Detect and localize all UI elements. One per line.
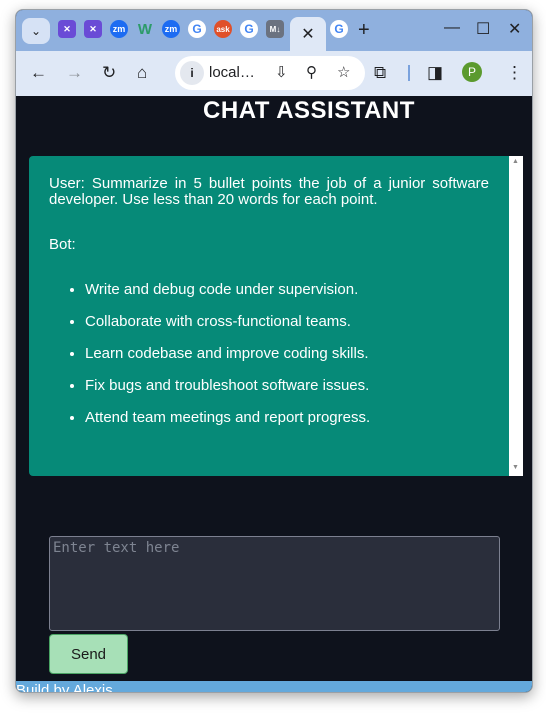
menu-kebab-icon[interactable]: ⋮ [506,63,523,83]
app-icon: ✕ [63,23,71,34]
toolbar-divider [408,65,410,81]
list-item: Learn codebase and improve coding skills… [85,346,370,378]
forward-icon[interactable]: → [66,63,83,83]
tab-ask[interactable]: ask [214,20,232,38]
message-input[interactable]: Enter text here [49,536,500,631]
zoom-icon: zm [112,24,126,34]
chevron-down-icon: ⌄ [30,24,42,38]
list-item: Collaborate with cross-functional teams. [85,314,370,346]
google-icon: G [192,22,202,36]
tab-app-icon[interactable]: ✕ [84,20,102,38]
plus-icon: + [358,19,370,41]
tab-google[interactable]: G [330,20,348,38]
page-title: CHAT ASSISTANT [203,97,415,124]
tab-google[interactable]: G [188,20,206,38]
bot-response-list: Write and debug code under supervision. … [49,282,370,442]
maximize-icon: ☐ [476,21,491,38]
scroll-up-icon[interactable]: ▲ [512,158,519,165]
tab-app-icon[interactable]: ✕ [58,20,76,38]
chat-log: User: Summarize in 5 bullet points the j… [29,156,509,476]
ask-icon: ask [216,24,230,34]
tab-active[interactable]: ✕ [290,17,326,51]
home-icon[interactable]: ⌂ [137,63,147,83]
bookmark-star-icon[interactable]: ☆ [337,63,350,81]
tab-strip: ⌄ ✕ ✕ zm W zm G ask G M↓ ✕ G + — ☐ ✕ [16,10,532,51]
tab-webflow[interactable]: W [136,20,154,38]
tab-zoom[interactable]: zm [162,20,180,38]
list-item: Fix bugs and troubleshoot software issue… [85,378,370,410]
app-icon: ✕ [89,23,97,34]
minimize-button[interactable]: — [444,19,460,37]
new-tab-button[interactable]: + [358,19,370,42]
info-icon[interactable]: i [180,61,204,85]
profile-avatar[interactable]: P [462,62,482,82]
tab-markdown[interactable]: M↓ [266,20,284,38]
tab-zoom[interactable]: zm [110,20,128,38]
minimize-icon: — [444,19,460,36]
maximize-button[interactable]: ☐ [476,19,490,39]
close-icon: ✕ [508,21,522,38]
tab-search-button[interactable]: ⌄ [22,18,50,44]
zoom-icon: zm [164,24,178,34]
reload-icon[interactable]: ↻ [102,63,116,83]
bot-label: Bot: [49,236,76,253]
back-icon[interactable]: ← [30,63,47,83]
webflow-icon: W [137,20,153,38]
url-text[interactable]: local… [209,64,255,81]
scroll-down-icon[interactable]: ▼ [512,464,519,471]
send-button[interactable]: Send [49,634,128,674]
user-message: User: Summarize in 5 bullet points the j… [49,175,489,208]
browser-toolbar: ← → ↻ ⌂ i local… ⇩ ⚲ ☆ ⧉ ◨ P ⋮ [16,51,532,96]
footer-credit: Build by Alexis [16,681,532,692]
side-panel-icon[interactable]: ◨ [427,63,443,83]
google-icon: G [244,22,254,36]
list-item: Attend team meetings and report progress… [85,410,370,442]
page-content: CHAT ASSISTANT User: Summarize in 5 bull… [16,96,532,692]
markdown-icon: M↓ [269,24,281,34]
chat-scrollbar[interactable]: ▲ ▼ [509,156,523,476]
google-icon: G [334,22,344,36]
install-icon[interactable]: ⇩ [275,63,288,81]
close-window-button[interactable]: ✕ [508,19,521,39]
close-icon[interactable]: ✕ [301,24,314,44]
address-bar[interactable]: i local… ⇩ ⚲ ☆ [175,56,365,90]
browser-window: ⌄ ✕ ✕ zm W zm G ask G M↓ ✕ G + — ☐ ✕ ← →… [15,9,533,693]
zoom-lens-icon[interactable]: ⚲ [306,63,317,81]
tab-google[interactable]: G [240,20,258,38]
list-item: Write and debug code under supervision. [85,282,370,314]
input-placeholder: Enter text here [53,540,180,556]
extensions-icon[interactable]: ⧉ [374,63,386,83]
